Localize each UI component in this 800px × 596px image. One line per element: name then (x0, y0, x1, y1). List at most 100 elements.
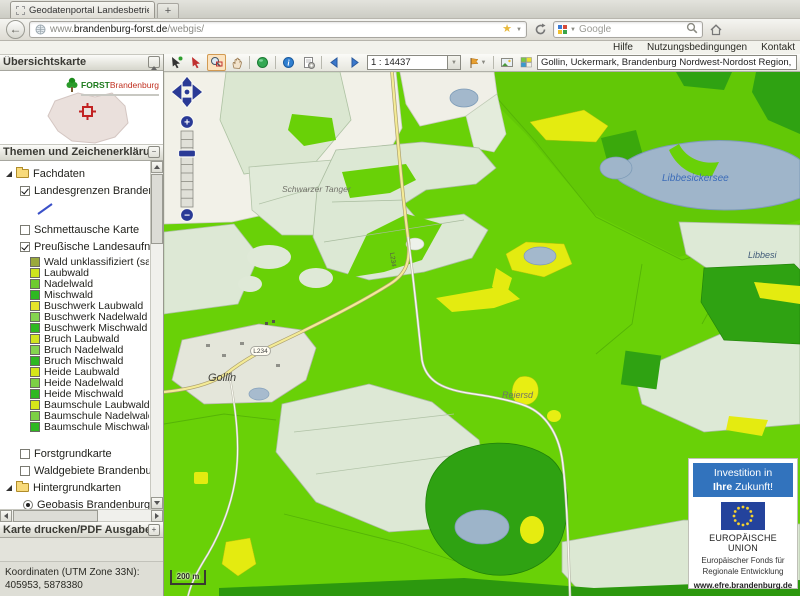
layer-schmettausche[interactable]: Schmettausche Karte (20, 223, 149, 237)
url-text: www.brandenburg-forst.de/webgis/ (50, 24, 498, 35)
legend-swatch (30, 356, 40, 366)
legend-item: Bruch Nadelwald (30, 345, 149, 356)
landesgrenzen-checkbox[interactable] (20, 186, 30, 196)
legend-item: Buschwerk Mischwald (30, 323, 149, 334)
new-tab-button[interactable]: + (157, 3, 179, 18)
search-bar[interactable]: ▼ (553, 21, 703, 38)
legend-item: Heide Nadelwald (30, 378, 149, 389)
webgis-app: Hilfe Nutzungsbedingungen Kontakt Übersi… (0, 41, 800, 596)
pan-zoom-control[interactable]: + − (169, 76, 205, 224)
preussische-checkbox[interactable] (20, 242, 30, 252)
pan-right-icon[interactable] (192, 83, 203, 101)
layer-forstgrundkarte[interactable]: Forstgrundkarte (20, 447, 149, 461)
layer-tree: Fachdaten Landesgrenzen Brandenburg Schm… (0, 161, 163, 509)
sidebar: Übersichtskarte (0, 54, 164, 596)
search-input[interactable] (579, 24, 683, 35)
terms-link[interactable]: Nutzungsbedingungen (647, 42, 747, 53)
home-button[interactable] (707, 21, 725, 39)
legend-item: Buschwerk Nadelwald (30, 312, 149, 323)
layer-geobasis[interactable]: Geobasis Brandenburg (23, 498, 149, 509)
overview-map[interactable]: FORSTBrandenburg (0, 71, 163, 144)
pan-tool-button[interactable] (227, 54, 246, 71)
location-search-input[interactable] (537, 55, 797, 70)
tree-node-fachdaten[interactable]: Fachdaten (6, 167, 149, 181)
collapse-minus-icon[interactable]: − (148, 146, 160, 158)
contact-link[interactable]: Kontakt (761, 42, 795, 53)
scrollbar-thumb[interactable] (151, 174, 163, 244)
coordinates-value: 405953, 5878380 (5, 579, 158, 592)
help-link[interactable]: Hilfe (613, 42, 633, 53)
layer-waldgebiete[interactable]: Waldgebiete Brandenburg (20, 464, 149, 478)
legend-swatch (30, 400, 40, 410)
forstgrundkarte-checkbox[interactable] (20, 449, 30, 459)
legend-item: Buschwerk Laubwald (30, 301, 149, 312)
eu-flag-icon (721, 502, 765, 530)
scale-bar: 200 m (170, 570, 206, 585)
expander-icon[interactable] (6, 171, 12, 177)
print-panel-title: Karte drucken/PDF Ausgabe (3, 524, 148, 536)
url-dropdown-icon[interactable]: ▼ (516, 27, 522, 33)
themes-panel-title: Themen und Zeichenerklärung (3, 146, 148, 158)
zoom-slider-track[interactable] (181, 131, 193, 207)
legend-item: Bruch Laubwald (30, 334, 149, 345)
folder-icon (16, 169, 29, 178)
select-tool-button[interactable] (167, 54, 186, 71)
scroll-right-icon[interactable] (151, 510, 163, 522)
reload-button[interactable] (531, 21, 549, 39)
map-viewport[interactable]: Schwarzer Tanger Gollin Libbesickersee L… (164, 72, 800, 596)
scrollbar-thumb[interactable] (13, 510, 98, 522)
legend-item: Heide Laubwald (30, 367, 149, 378)
browser-tab[interactable]: Geodatenportal Landesbetrieb Forst Brand… (10, 1, 155, 18)
info-tool-button[interactable]: i (279, 54, 298, 71)
scroll-up-icon[interactable] (151, 161, 163, 173)
legend-swatch (30, 389, 40, 399)
layer-preussische[interactable]: Preußische Landesaufnahme (20, 240, 149, 254)
search-engine-icon[interactable] (558, 25, 567, 34)
overview-panel-header[interactable]: Übersichtskarte (0, 54, 163, 71)
bookmark-star-icon[interactable]: ★ (502, 24, 512, 35)
legend-swatch (30, 345, 40, 355)
print-panel-header[interactable]: Karte drucken/PDF Ausgabe + (0, 521, 163, 538)
tab-title: Geodatenportal Landesbetrieb Forst Brand… (29, 5, 149, 16)
next-extent-button[interactable] (345, 54, 364, 71)
url-bar[interactable]: www.brandenburg-forst.de/webgis/ ★ ▼ (29, 21, 527, 38)
legend-swatch (30, 312, 40, 322)
schmettausche-checkbox[interactable] (20, 225, 30, 235)
eu-funding-badge: Investition in Ihre Zukunft! EUROPÄISCHE… (688, 458, 798, 589)
geobasis-radio[interactable] (23, 500, 33, 509)
tree-vertical-scrollbar[interactable] (150, 161, 163, 509)
tree-node-hintergrundkarten[interactable]: Hintergrundkarten (6, 481, 149, 495)
overview-toggle-button[interactable] (497, 54, 516, 71)
expander-icon[interactable] (6, 485, 12, 491)
zoom-slider-handle[interactable] (179, 150, 196, 157)
search-engine-dropdown-icon[interactable]: ▼ (570, 27, 576, 33)
measure-tool-button[interactable]: ▼ (464, 54, 490, 71)
collapse-up-icon[interactable] (148, 56, 160, 68)
tab-bar: Geodatenportal Landesbetrieb Forst Brand… (0, 0, 800, 19)
expand-plus-icon[interactable]: + (148, 524, 160, 536)
print-tool-button[interactable] (299, 54, 318, 71)
scale-dropdown-icon[interactable]: ▼ (447, 55, 461, 70)
back-button[interactable]: ← (6, 20, 25, 39)
tree-horizontal-scrollbar[interactable] (0, 509, 163, 522)
scroll-down-icon[interactable] (151, 497, 163, 509)
search-magnifier-icon[interactable] (686, 21, 698, 39)
legend-swatch (30, 301, 40, 311)
pan-left-icon[interactable] (171, 83, 182, 101)
folder-icon (16, 483, 29, 492)
legend-item: Mischwald (30, 290, 149, 301)
scale-select[interactable]: 1 : 14437 ▼ (367, 55, 461, 70)
layers-button[interactable] (517, 54, 536, 71)
pointer-tool-button[interactable] (187, 54, 206, 71)
layer-landesgrenzen[interactable]: Landesgrenzen Brandenburg (20, 184, 149, 198)
legend-swatch (30, 290, 40, 300)
scroll-left-icon[interactable] (0, 510, 12, 522)
eu-org-name: EUROPÄISCHE UNION (693, 533, 793, 553)
zoom-box-tool-button[interactable] (207, 54, 226, 71)
themes-panel-header[interactable]: Themen und Zeichenerklärung − (0, 144, 163, 161)
coordinates-readout: Koordinaten (UTM Zone 33N): 405953, 5878… (0, 561, 163, 596)
zoom-in-glyph: + (184, 118, 190, 129)
previous-extent-button[interactable] (325, 54, 344, 71)
full-extent-button[interactable] (253, 54, 272, 71)
waldgebiete-checkbox[interactable] (20, 466, 30, 476)
